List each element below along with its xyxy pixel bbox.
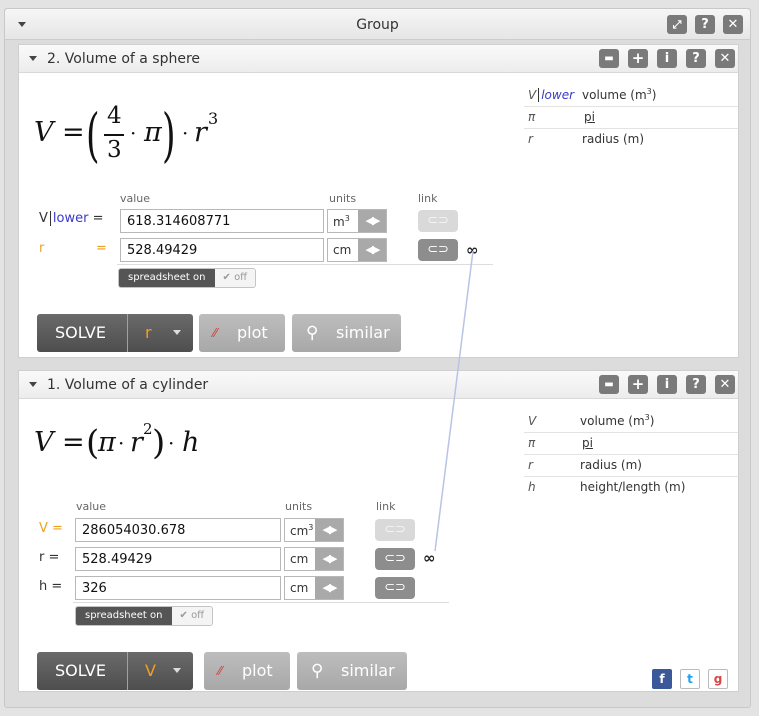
value-header: value <box>76 500 107 513</box>
divider <box>117 264 493 265</box>
collapse-icon[interactable] <box>29 56 37 61</box>
value-header: value <box>120 192 151 205</box>
unit-convert-icon[interactable]: ◀▶ <box>358 239 386 261</box>
value-input-v[interactable]: 618.314608771 <box>120 209 324 233</box>
sphere-header: 2. Volume of a sphere ▬ + i ? ✕ <box>19 45 738 73</box>
unit-select-r[interactable]: cm ◀▶ <box>284 547 344 571</box>
table-row: r radius (m) <box>528 132 644 147</box>
row-label-h: h = <box>39 579 63 594</box>
spreadsheet-toggle[interactable]: spreadsheet on ✔ off <box>75 606 214 626</box>
cylinder-equation: V = ( π · r 2 ) · h <box>34 420 200 463</box>
unit-select-v[interactable]: cm3 ◀▶ <box>284 518 344 542</box>
plot-icon: ⁄⁄ <box>213 326 218 340</box>
unit-select-v[interactable]: m3 ◀▶ <box>327 209 387 233</box>
add-icon[interactable]: + <box>628 375 648 394</box>
cylinder-title: 1. Volume of a cylinder <box>47 377 209 393</box>
similar-button[interactable]: ⚲ similar <box>297 652 407 690</box>
row-eq-r: = <box>96 241 107 256</box>
solve-button[interactable]: SOLVE r <box>37 314 193 352</box>
plot-button[interactable]: ⁄⁄ plot <box>199 314 285 352</box>
row-label-r: r <box>39 241 45 256</box>
link-button-r[interactable]: ⊂⊃ <box>375 548 415 570</box>
group-titlebar: Group ⤢ ? ✕ <box>5 9 750 40</box>
group-title: Group <box>356 17 399 33</box>
row-label-v: Vlower = <box>39 211 104 226</box>
link-button-v[interactable]: ⊂⊃ <box>418 210 458 232</box>
link-button-v[interactable]: ⊂⊃ <box>375 519 415 541</box>
close-icon[interactable]: ✕ <box>715 375 735 394</box>
units-header: units <box>329 192 357 205</box>
solve-button[interactable]: SOLVE V <box>37 652 193 690</box>
similar-button[interactable]: ⚲ similar <box>292 314 401 352</box>
comment-icon[interactable]: ▬ <box>599 49 619 68</box>
divider <box>73 602 449 603</box>
link-button-h[interactable]: ⊂⊃ <box>375 577 415 599</box>
info-icon[interactable]: i <box>657 375 677 394</box>
chain-link-icon[interactable]: ∞ <box>423 549 436 567</box>
table-row: r radius (m) <box>524 454 738 477</box>
expand-icon[interactable]: ⤢ <box>667 15 687 34</box>
add-icon[interactable]: + <box>628 49 648 68</box>
link-header: link <box>376 500 396 513</box>
plot-icon: ⁄⁄ <box>218 664 223 678</box>
group-window: Group ⤢ ? ✕ 2. Volume of a sphere ▬ + i … <box>4 8 751 708</box>
search-icon: ⚲ <box>311 661 324 681</box>
collapse-icon[interactable] <box>29 382 37 387</box>
google-plus-icon[interactable]: g <box>708 669 728 689</box>
value-input-r[interactable]: 528.49429 <box>120 238 324 262</box>
cylinder-variable-table: V volume (m3) π pi r radius (m) h height… <box>524 410 738 498</box>
info-icon[interactable]: i <box>657 49 677 68</box>
table-row: h height/length (m) <box>528 480 686 495</box>
unit-convert-icon[interactable]: ◀▶ <box>315 577 343 599</box>
solve-variable: V <box>145 661 156 680</box>
unit-convert-icon[interactable]: ◀▶ <box>315 519 343 541</box>
help-icon[interactable]: ? <box>686 49 706 68</box>
table-row: π pi <box>524 106 738 129</box>
chevron-down-icon[interactable] <box>173 330 181 335</box>
cylinder-panel: 1. Volume of a cylinder ▬ + i ? ✕ V = ( … <box>18 370 739 692</box>
sphere-title: 2. Volume of a sphere <box>47 51 201 67</box>
facebook-icon[interactable]: f <box>652 669 672 689</box>
unit-select-h[interactable]: cm ◀▶ <box>284 576 344 600</box>
unit-select-r[interactable]: cm ◀▶ <box>327 238 387 262</box>
solve-variable: r <box>145 323 152 342</box>
value-input-r[interactable]: 528.49429 <box>75 547 281 571</box>
sphere-variable-table: Vlower volume (m3) π pi r radius (m) <box>524 84 738 150</box>
spreadsheet-toggle[interactable]: spreadsheet on ✔ off <box>118 268 257 288</box>
row-label-v: V = <box>39 521 63 536</box>
comment-icon[interactable]: ▬ <box>599 375 619 394</box>
table-row: π pi <box>524 432 738 455</box>
unit-convert-icon[interactable]: ◀▶ <box>358 210 386 232</box>
search-icon: ⚲ <box>306 323 319 343</box>
twitter-icon[interactable]: t <box>680 669 700 689</box>
link-button-r[interactable]: ⊂⊃ <box>418 239 458 261</box>
sphere-panel: 2. Volume of a sphere ▬ + i ? ✕ V = ( 4 … <box>18 44 739 358</box>
chevron-down-icon[interactable] <box>173 668 181 673</box>
value-input-v[interactable]: 286054030.678 <box>75 518 281 542</box>
cylinder-header: 1. Volume of a cylinder ▬ + i ? ✕ <box>19 371 738 399</box>
units-header: units <box>285 500 313 513</box>
link-header: link <box>418 192 438 205</box>
help-icon[interactable]: ? <box>686 375 706 394</box>
value-input-h[interactable]: 326 <box>75 576 281 600</box>
row-label-r: r = <box>39 550 60 565</box>
table-row: V volume (m3) <box>524 410 738 433</box>
unit-convert-icon[interactable]: ◀▶ <box>315 548 343 570</box>
help-icon[interactable]: ? <box>695 15 715 34</box>
close-icon[interactable]: ✕ <box>715 49 735 68</box>
plot-button[interactable]: ⁄⁄ plot <box>204 652 290 690</box>
sphere-equation: V = ( 4 3 · π ) · r 3 <box>34 101 219 169</box>
close-icon[interactable]: ✕ <box>723 15 743 34</box>
table-row: Vlower volume (m3) <box>524 84 738 107</box>
chain-link-icon[interactable]: ∞ <box>466 241 479 259</box>
